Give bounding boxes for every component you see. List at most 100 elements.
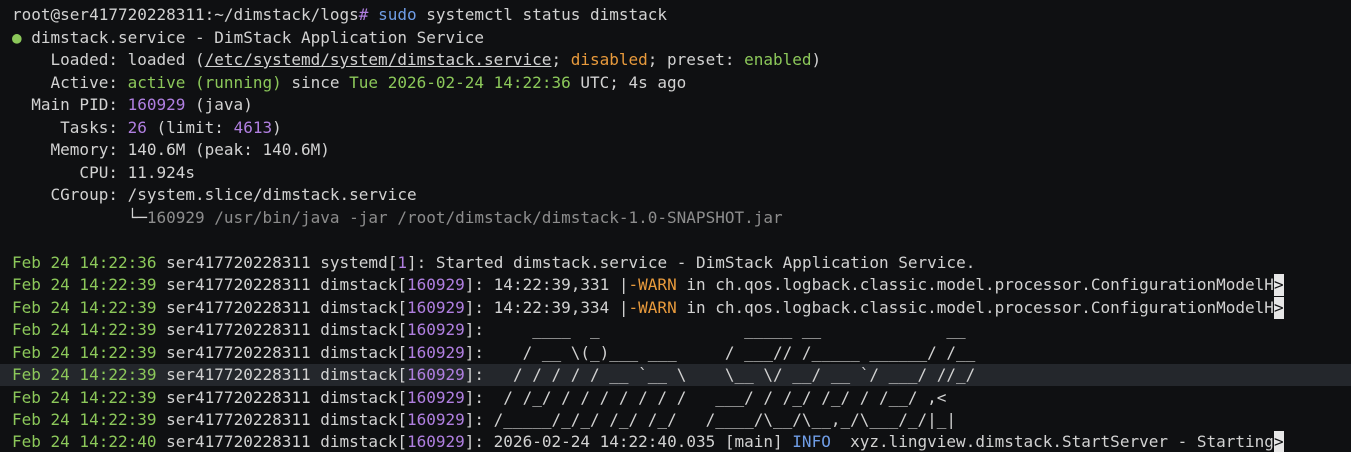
active-time: Tue 2026-02-24 14:22:36	[349, 73, 571, 92]
service-header: dimstack.service - DimStack Application …	[21, 28, 485, 47]
cpu-label: CPU:	[12, 163, 128, 182]
log-message-time: : 14:22:39,334 |	[474, 298, 629, 317]
log-message: in ch.qos.logback.classic.model.processo…	[676, 298, 1274, 317]
prompt-user-host: root@ser417720228311	[12, 5, 205, 24]
log-pid: 160929	[406, 410, 465, 429]
log-level-info: INFO	[792, 432, 831, 451]
log-pid: 1	[397, 253, 407, 272]
command-sudo: sudo	[378, 5, 417, 24]
log-line: Feb 24 14:22:39 ser417720228311 dimstack…	[12, 410, 957, 429]
log-unit: dimstack	[320, 343, 398, 362]
log-unit: dimstack	[320, 410, 398, 429]
tasks-line: Tasks: 26 (limit: 4613)	[12, 117, 282, 139]
log-pid: 160929	[406, 320, 465, 339]
loaded-sep1: ;	[551, 50, 571, 69]
log-line: Feb 24 14:22:39 ser417720228311 dimstack…	[12, 297, 1284, 319]
loaded-path: /etc/systemd/system/dimstack.service	[204, 50, 552, 69]
log-host: ser417720228311	[156, 343, 321, 362]
log-date: Feb 24 14:22:39	[12, 365, 157, 384]
log-host: ser417720228311	[156, 253, 321, 272]
log-level-warn: -WARN	[628, 275, 677, 294]
loaded-close: )	[811, 50, 822, 69]
log-date: Feb 24 14:22:39	[12, 298, 157, 317]
overflow-marker: >	[1273, 431, 1284, 452]
log-date: Feb 24 14:22:39	[12, 343, 157, 362]
log-message: : / / / / / __ `__ \ \__ \/ __/ __ `/ __…	[474, 365, 976, 384]
tree-branch-icon: └─	[12, 208, 147, 227]
log-pid: 160929	[406, 365, 465, 384]
active-tail: UTC; 4s ago	[570, 73, 687, 92]
log-host: ser417720228311	[156, 365, 321, 384]
log-host: ser417720228311	[156, 410, 321, 429]
log-pid: 160929	[406, 432, 465, 451]
active-state: active (running)	[127, 73, 282, 92]
prompt-symbol: #	[358, 5, 369, 24]
overflow-marker: >	[1273, 297, 1284, 319]
log-line: Feb 24 14:22:40 ser417720228311 dimstack…	[12, 431, 1284, 452]
log-message: : ____ _ _____ __ __	[474, 320, 966, 339]
log-message: : /_____/_/_/ /_/ /_/ /____/\__/\__,_/\_…	[474, 410, 957, 429]
log-pid: 160929	[406, 298, 465, 317]
cpu-line: CPU: 11.924s	[12, 162, 195, 184]
log-date: Feb 24 14:22:39	[12, 320, 157, 339]
log-line: Feb 24 14:22:39 ser417720228311 dimstack…	[12, 343, 976, 362]
loaded-label: Loaded:	[12, 50, 128, 69]
log-pid: 160929	[406, 275, 465, 294]
log-unit: dimstack	[320, 275, 398, 294]
prompt-path: :~/dimstack/logs	[204, 5, 359, 24]
tasks-value: 26	[127, 118, 147, 137]
cgroup-label: CGroup:	[12, 185, 128, 204]
loaded-disabled: disabled	[570, 50, 648, 69]
prompt-line: root@ser417720228311:~/dimstack/logs# su…	[12, 4, 667, 26]
memory-line: Memory: 140.6M (peak: 140.6M)	[12, 139, 330, 161]
loaded-line: Loaded: loaded (/etc/systemd/system/dims…	[12, 49, 822, 71]
tasks-limit-pre: (limit:	[146, 118, 234, 137]
log-host: ser417720228311	[156, 320, 321, 339]
log-line: Feb 24 14:22:39 ser417720228311 dimstack…	[12, 320, 966, 339]
loaded-preset: enabled	[744, 50, 812, 69]
loaded-sep2: ; preset:	[647, 50, 745, 69]
log-message-time: : 2026-02-24 14:22:40.035 [main]	[474, 432, 793, 451]
log-host: ser417720228311	[156, 298, 321, 317]
log-line: Feb 24 14:22:36 ser417720228311 systemd[…	[12, 253, 976, 272]
active-since: since	[281, 73, 350, 92]
cgroup-process-line: └─160929 /usr/bin/java -jar /root/dimsta…	[12, 207, 783, 229]
status-dot-icon: ●	[12, 28, 22, 47]
log-message: in ch.qos.logback.classic.model.processo…	[676, 275, 1274, 294]
mainpid-label: Main PID:	[12, 95, 128, 114]
active-line: Active: active (running) since Tue 2026-…	[12, 72, 687, 94]
tasks-label: Tasks:	[12, 118, 128, 137]
log-host: ser417720228311	[156, 432, 321, 451]
log-message: : Started dimstack.service - DimStack Ap…	[416, 253, 976, 272]
log-host: ser417720228311	[156, 275, 321, 294]
cgroup-process: 160929 /usr/bin/java -jar /root/dimstack…	[146, 208, 783, 227]
log-host: ser417720228311	[156, 388, 321, 407]
log-unit: systemd	[320, 253, 388, 272]
log-date: Feb 24 14:22:39	[12, 275, 157, 294]
log-date: Feb 24 14:22:40	[12, 432, 157, 451]
mainpid-line: Main PID: 160929 (java)	[12, 94, 253, 116]
log-date: Feb 24 14:22:39	[12, 388, 157, 407]
log-unit: dimstack	[320, 388, 398, 407]
log-pid: 160929	[406, 388, 465, 407]
mainpid-tail: (java)	[185, 95, 253, 114]
command-text: systemctl status dimstack	[416, 5, 668, 24]
cgroup-line: CGroup: /system.slice/dimstack.service	[12, 184, 417, 206]
terminal-window[interactable]: root@ser417720228311:~/dimstack/logs# su…	[0, 0, 1351, 452]
log-line: Feb 24 14:22:39 ser417720228311 dimstack…	[12, 274, 1284, 296]
log-message: xyz.lingview.dimstack.StartServer - Star…	[830, 432, 1274, 451]
cpu-value: 11.924s	[127, 163, 196, 182]
log-date: Feb 24 14:22:39	[12, 410, 157, 429]
log-line: Feb 24 14:22:39 ser417720228311 dimstack…	[12, 388, 947, 407]
memory-label: Memory:	[12, 140, 128, 159]
overflow-marker: >	[1273, 274, 1284, 296]
log-message: : / /_/ / / / / / / / ___/ / /_/ /_/ / /…	[474, 388, 947, 407]
log-pid: 160929	[406, 343, 465, 362]
mainpid-value: 160929	[127, 95, 186, 114]
tasks-limit: 4613	[233, 118, 273, 137]
cgroup-value: /system.slice/dimstack.service	[127, 185, 417, 204]
log-unit: dimstack	[320, 432, 398, 451]
log-unit: dimstack	[320, 298, 398, 317]
tasks-limit-post: )	[272, 118, 282, 137]
log-unit: dimstack	[320, 365, 398, 384]
